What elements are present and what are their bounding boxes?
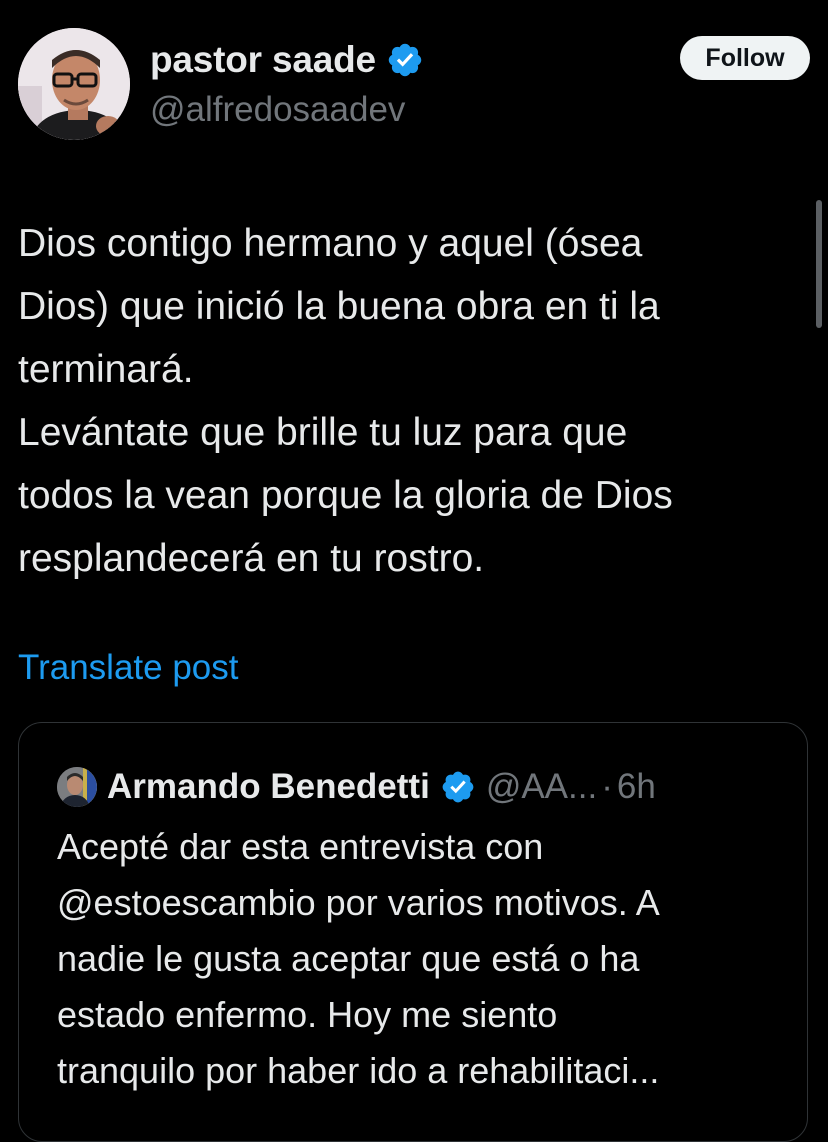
quoted-post[interactable]: Armando Benedetti @AA... · 6h Acepté dar… (18, 722, 808, 1142)
post-header: pastor saade @alfredosaadev Follow (18, 26, 810, 142)
scrollbar[interactable] (816, 200, 822, 328)
verified-badge-icon (442, 771, 474, 803)
meta-separator: · (601, 767, 613, 806)
author-handle[interactable]: @alfredosaadev (150, 90, 405, 130)
quoted-post-text: Acepté dar esta entrevista con @estoesca… (57, 826, 660, 1091)
quoted-post-header: Armando Benedetti @AA... · 6h (57, 763, 656, 811)
author-avatar[interactable] (18, 28, 130, 140)
quoted-author-handle[interactable]: @AA... (486, 767, 597, 807)
quoted-author-display-name[interactable]: Armando Benedetti (107, 767, 430, 807)
verified-badge-icon (388, 43, 422, 77)
post-text: Dios contigo hermano y aquel (ósea Dios)… (18, 222, 673, 580)
author-name-row: pastor saade (150, 36, 424, 84)
translate-post-link[interactable]: Translate post (18, 648, 238, 688)
follow-button[interactable]: Follow (680, 36, 810, 80)
author-display-name[interactable]: pastor saade (150, 39, 376, 81)
quoted-post-timestamp[interactable]: 6h (617, 767, 656, 807)
quoted-author-avatar[interactable] (57, 767, 97, 807)
